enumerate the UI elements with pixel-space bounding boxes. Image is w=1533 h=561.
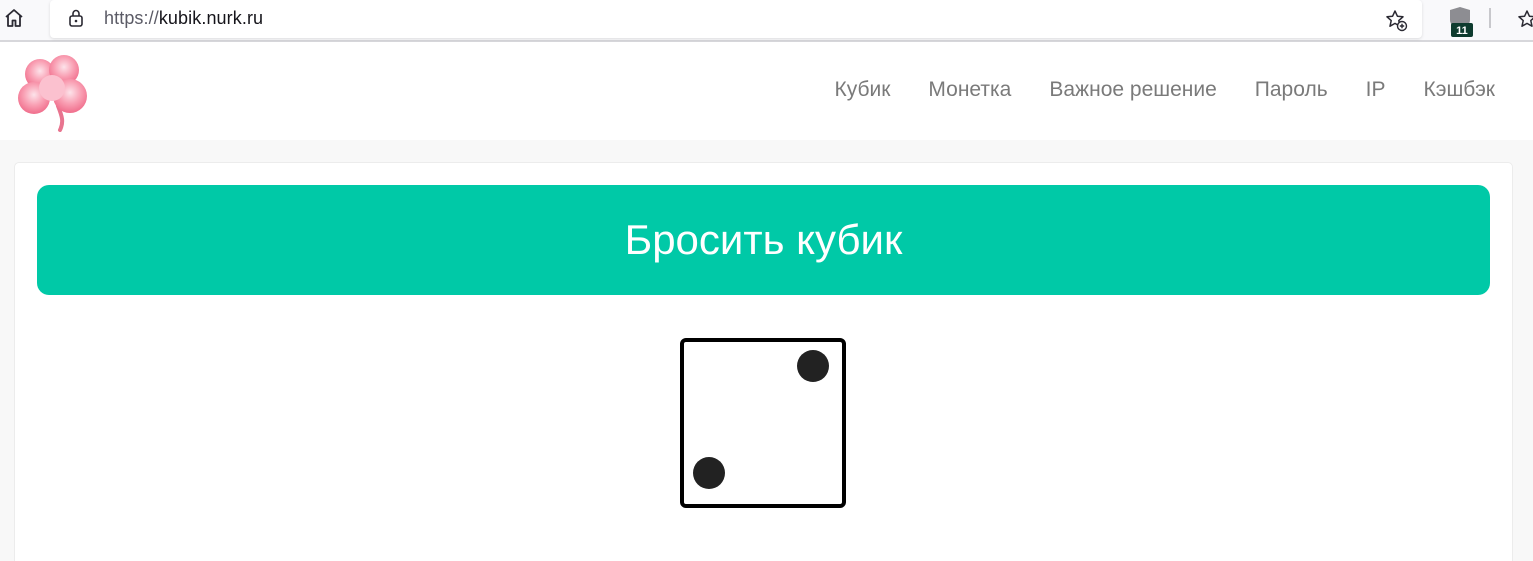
- clover-logo-icon[interactable]: [12, 50, 94, 132]
- nav-link-cashback[interactable]: Кэшбэк: [1424, 78, 1496, 102]
- nav-link-decision[interactable]: Важное решение: [1049, 78, 1216, 102]
- extension-icon[interactable]: 11: [1446, 6, 1474, 38]
- dice-pip: [693, 457, 725, 489]
- dice-face: [680, 338, 846, 508]
- nav-link-kubik[interactable]: Кубик: [835, 78, 891, 102]
- lock-icon[interactable]: [68, 8, 84, 28]
- url-text: https://kubik.nurk.ru: [104, 8, 263, 29]
- nav-link-password[interactable]: Пароль: [1255, 78, 1328, 102]
- toolbar-separator: [1489, 8, 1491, 28]
- main-nav: Кубик Монетка Важное решение Пароль IP К…: [835, 78, 1496, 102]
- nav-link-ip[interactable]: IP: [1366, 78, 1386, 102]
- bookmark-add-icon[interactable]: [1384, 8, 1408, 32]
- home-icon[interactable]: [2, 6, 26, 30]
- nav-link-monetka[interactable]: Монетка: [928, 78, 1011, 102]
- roll-dice-button[interactable]: Бросить кубик: [37, 185, 1490, 295]
- browser-toolbar: https://kubik.nurk.ru 11: [0, 0, 1533, 42]
- url-host: kubik.nurk.ru: [158, 8, 264, 28]
- extension-badge-count: 11: [1456, 25, 1468, 37]
- bookmarks-star-icon[interactable]: [1515, 8, 1533, 32]
- address-bar[interactable]: https://kubik.nurk.ru: [50, 0, 1422, 38]
- site-header: Кубик Монетка Важное решение Пароль IP К…: [0, 44, 1533, 140]
- dice-pip: [797, 350, 829, 382]
- url-scheme: https://: [104, 8, 159, 28]
